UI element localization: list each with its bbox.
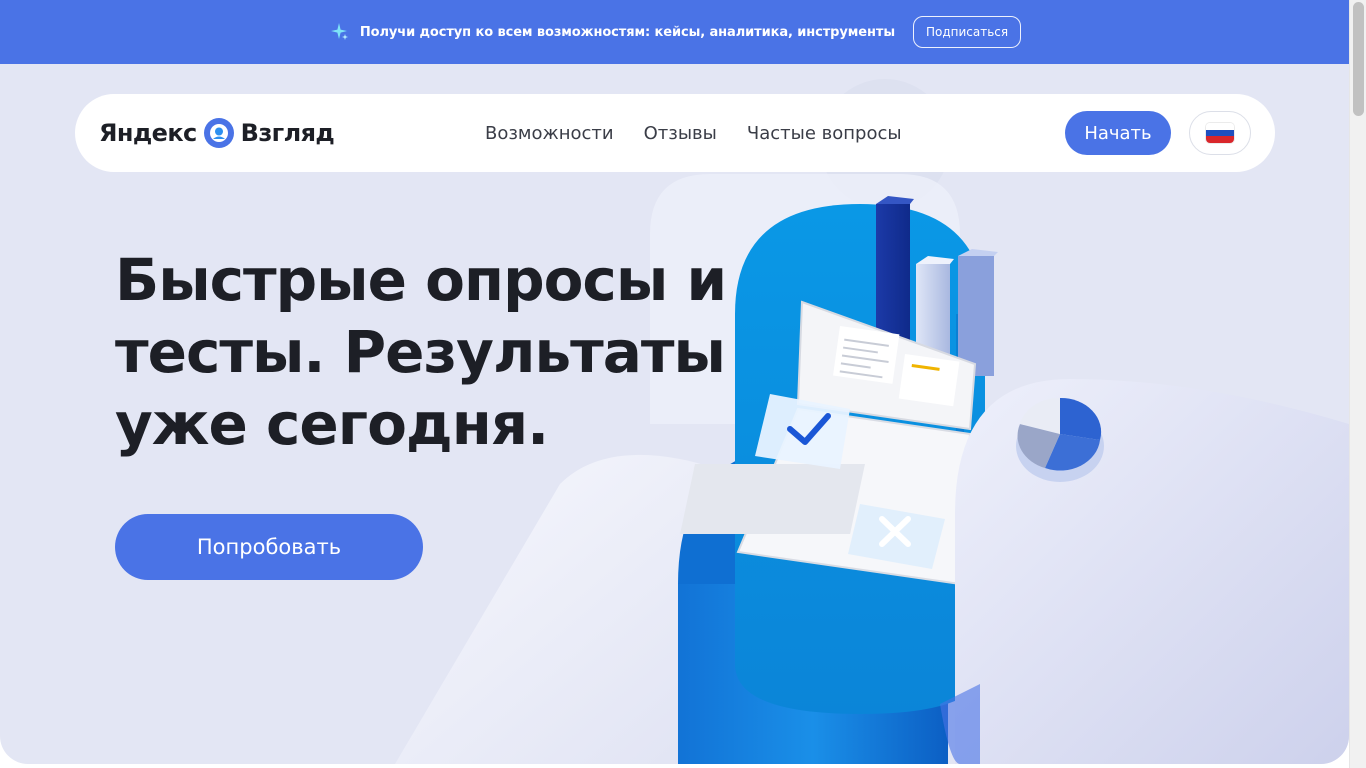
hero-section: Яндекс Взгляд Возможности Отзывы Частые … [0, 64, 1349, 764]
main-nav: Возможности Отзывы Частые вопросы [485, 94, 902, 172]
logo[interactable]: Яндекс Взгляд [99, 117, 335, 149]
sparkle-icon [328, 21, 350, 43]
logo-eye-icon [203, 117, 235, 149]
language-selector[interactable] [1189, 111, 1251, 155]
scrollbar-thumb[interactable] [1353, 2, 1364, 116]
page-scrollbar[interactable] [1349, 0, 1366, 768]
logo-text-vzglyad: Взгляд [240, 119, 335, 147]
hero-headline: Быстрые опросы и тесты. Результаты уже с… [115, 246, 727, 458]
subscribe-button[interactable]: Подписаться [912, 16, 1022, 48]
promo-banner: Получи доступ ко всем возможностям: кейс… [0, 0, 1349, 64]
promo-content: Получи доступ ко всем возможностям: кейс… [328, 16, 1022, 48]
nav-link-reviews[interactable]: Отзывы [644, 123, 717, 144]
start-button[interactable]: Начать [1065, 111, 1171, 155]
nav-link-features[interactable]: Возможности [485, 123, 614, 144]
nav-link-faq[interactable]: Частые вопросы [747, 123, 902, 144]
promo-text: Получи доступ ко всем возможностям: кейс… [359, 24, 895, 40]
ru-flag-icon [1206, 123, 1234, 143]
try-button[interactable]: Попробовать [115, 514, 423, 580]
site-header: Яндекс Взгляд Возможности Отзывы Частые … [75, 94, 1275, 172]
logo-text-yandex: Яндекс [99, 119, 197, 147]
